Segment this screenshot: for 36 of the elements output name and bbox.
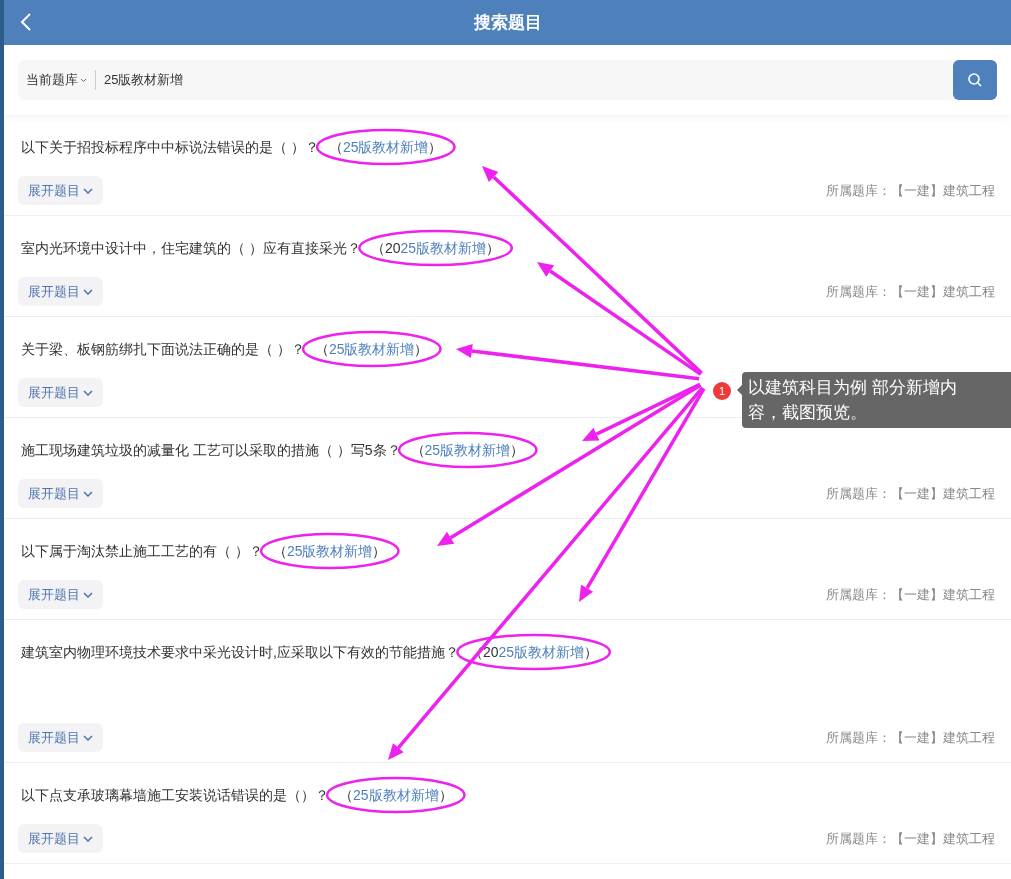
question-text: 以下属于淘汰禁止施工工艺的有（ ）？ — [21, 542, 263, 561]
question-source: 所属题库：【一建】建筑工程 — [826, 585, 996, 604]
chevron-icon — [83, 187, 93, 194]
chevron-icon — [83, 734, 93, 741]
annotation-tooltip: 以建筑科目为例 部分新增内容，截图预览。 — [742, 372, 1011, 428]
question-source: 所属题库：【一建】建筑工程 — [826, 282, 996, 301]
search-button[interactable] — [953, 60, 997, 100]
question-text: 关于梁、板钢筋绑扎下面说法正确的是（ ）？ — [21, 340, 305, 359]
expand-button[interactable]: 展开题目 — [18, 824, 103, 853]
search-field[interactable]: 当前题库 25版教材新增 — [18, 60, 997, 100]
question-source: 所属题库：【一建】建筑工程 — [826, 484, 996, 503]
chevron-icon — [83, 490, 93, 497]
question-text: 室内光环境中设计中，住宅建筑的（ ）应有直接采光？ — [21, 239, 361, 258]
step-badge: 1 — [713, 382, 731, 400]
chevron-icon — [83, 288, 93, 295]
expand-button[interactable]: 展开题目 — [18, 580, 103, 609]
back-icon[interactable] — [20, 12, 32, 32]
expand-button[interactable]: 展开题目 — [18, 378, 103, 407]
expand-button[interactable]: 展开题目 — [18, 479, 103, 508]
search-icon — [967, 72, 983, 88]
scope-dropdown[interactable]: 当前题库 — [18, 70, 96, 90]
question-source: 所属题库：【一建】建筑工程 — [826, 829, 996, 848]
question-source: 所属题库：【一建】建筑工程 — [826, 728, 996, 747]
question-text: 施工现场建筑垃圾的减量化 工艺可以采取的措施（ ）写5条？ — [21, 441, 401, 460]
question-source: 所属题库：【一建】建筑工程 — [826, 181, 996, 200]
expand-button[interactable]: 展开题目 — [18, 277, 103, 306]
question-text: 以下关于招投标程序中中标说法错误的是（ ）？ — [21, 138, 319, 157]
expand-button[interactable]: 展开题目 — [18, 176, 103, 205]
chevron-icon — [83, 591, 93, 598]
chevron-icon — [83, 835, 93, 842]
question-text: 建筑室内物理环境技术要求中采光设计时,应采取以下有效的节能措施？ — [21, 643, 459, 662]
caret-icon — [80, 77, 87, 83]
expand-button[interactable]: 展开题目 — [18, 723, 103, 752]
chevron-icon — [83, 389, 93, 396]
question-text: 以下点支承玻璃幕墙施工安装说话错误的是（）？ — [21, 786, 329, 805]
page-title: 搜索题目 — [473, 11, 542, 34]
